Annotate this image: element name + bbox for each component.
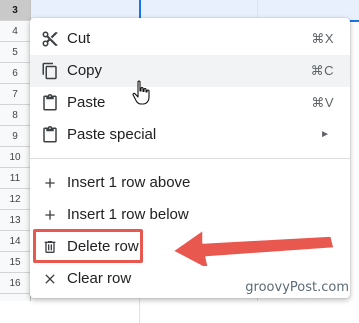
menu-item-label: Clear row xyxy=(67,270,132,287)
menu-item-label: Insert 1 row above xyxy=(67,174,191,191)
plus-icon xyxy=(40,173,60,193)
menu-divider xyxy=(30,158,350,159)
menu-item-paste[interactable]: Paste ⌘V xyxy=(30,87,350,119)
menu-item-shortcut: ⌘V xyxy=(311,95,334,110)
menu-item-insert-row-above[interactable]: Insert 1 row above xyxy=(30,167,350,199)
context-menu: Cut ⌘X Copy ⌘C Paste ⌘V Paste special ► … xyxy=(30,18,350,298)
row-header-10[interactable]: 10 xyxy=(0,147,30,168)
clipboard-icon xyxy=(40,93,60,113)
menu-item-label: Paste special xyxy=(67,126,157,143)
menu-item-label: Cut xyxy=(67,30,91,47)
row-header-11[interactable]: 11 xyxy=(0,168,30,189)
menu-item-shortcut: ⌘X xyxy=(311,31,334,46)
row-header-13[interactable]: 13 xyxy=(0,210,30,231)
plus-icon xyxy=(40,205,60,225)
row-header-12[interactable]: 12 xyxy=(0,189,30,210)
menu-item-copy[interactable]: Copy ⌘C xyxy=(30,55,350,87)
row-header-16[interactable]: 16 xyxy=(0,273,30,294)
scissors-icon xyxy=(40,29,60,49)
clipboard-icon xyxy=(40,125,60,145)
watermark: groovyPost.com xyxy=(245,280,349,295)
row-header-14[interactable]: 14 xyxy=(0,231,30,252)
menu-item-label: Copy xyxy=(67,62,103,79)
submenu-arrow-icon: ► xyxy=(320,129,330,140)
row-header-7[interactable]: 7 xyxy=(0,84,30,105)
annotation-arrow-icon xyxy=(173,229,335,266)
annotation-highlight-box xyxy=(33,229,143,263)
row-header-3[interactable]: 3 xyxy=(0,0,30,21)
row-header-5[interactable]: 5 xyxy=(0,42,30,63)
x-icon xyxy=(40,269,60,289)
menu-item-shortcut: ⌘C xyxy=(310,63,334,78)
row-header-6[interactable]: 6 xyxy=(0,63,30,84)
copy-icon xyxy=(40,61,60,81)
row-header-gutter: 3 4 5 6 7 8 9 10 11 12 13 14 15 16 xyxy=(0,0,31,301)
menu-item-label: Paste xyxy=(67,94,106,111)
row-header-4[interactable]: 4 xyxy=(0,21,30,42)
menu-item-cut[interactable]: Cut ⌘X xyxy=(30,23,350,55)
row-header-8[interactable]: 8 xyxy=(0,105,30,126)
row-header-15[interactable]: 15 xyxy=(0,252,30,273)
row-header-9[interactable]: 9 xyxy=(0,126,30,147)
hand-cursor-icon xyxy=(132,80,150,105)
menu-item-label: Insert 1 row below xyxy=(67,206,189,223)
menu-item-paste-special[interactable]: Paste special ► xyxy=(30,119,350,151)
